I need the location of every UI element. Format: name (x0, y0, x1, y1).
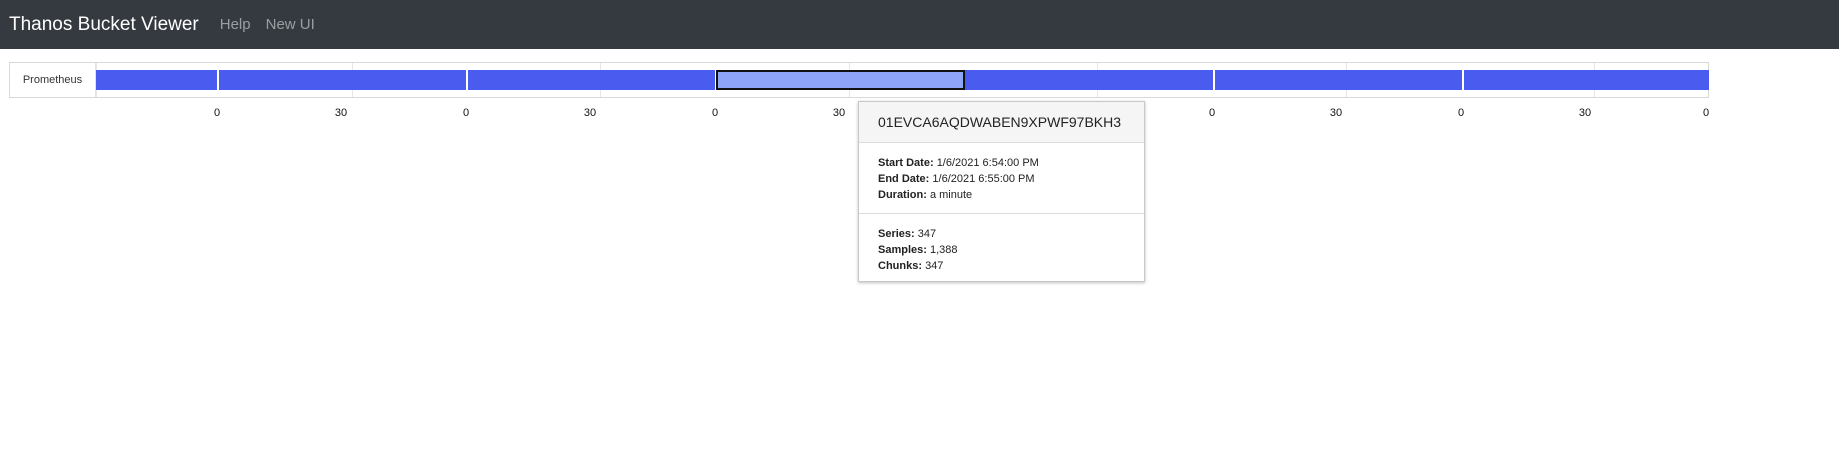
end-date-line: End Date: 1/6/2021 6:55:00 PM (878, 171, 1125, 187)
axis-tick-label: 30 (583, 107, 597, 119)
axis-tick-label: 0 (1457, 107, 1465, 119)
axis-tick-label: 0 (1208, 107, 1216, 119)
start-date-label: Start Date: (878, 157, 934, 169)
timeline-block[interactable] (219, 70, 466, 90)
top-navbar: Thanos Bucket Viewer Help New UI (0, 0, 1839, 49)
row-label-prometheus: Prometheus (10, 63, 96, 97)
block-time-info: Start Date: 1/6/2021 6:54:00 PM End Date… (859, 143, 1144, 213)
end-date-value: 1/6/2021 6:55:00 PM (932, 173, 1035, 185)
axis-tick-label: 0 (711, 107, 719, 119)
axis-tick-label: 0 (1702, 107, 1710, 119)
axis-tick-label: 30 (1578, 107, 1592, 119)
series-line: Series: 347 (878, 226, 1125, 242)
axis-tick-label: 30 (1329, 107, 1343, 119)
block-timeline: Prometheus (9, 62, 1709, 98)
axis-tick-label: 30 (832, 107, 846, 119)
block-id-title: 01EVCA6AQDWABEN9XPWF97BKH3 (859, 102, 1144, 143)
timeline-block[interactable] (965, 70, 1213, 90)
timeline-block[interactable] (1215, 70, 1462, 90)
samples-line: Samples: 1,388 (878, 242, 1125, 258)
nav-link-new-ui[interactable]: New UI (266, 16, 315, 33)
chunks-value: 347 (925, 260, 944, 272)
duration-label: Duration: (878, 189, 927, 201)
timeline-block[interactable] (1464, 70, 1709, 90)
duration-line: Duration: a minute (878, 187, 1125, 203)
timeline-block[interactable] (96, 70, 217, 90)
chunks-line: Chunks: 347 (878, 258, 1125, 274)
axis-tick-label: 0 (213, 107, 221, 119)
timeline-block[interactable] (468, 70, 715, 90)
start-date-value: 1/6/2021 6:54:00 PM (936, 157, 1039, 169)
axis-tick-label: 30 (334, 107, 348, 119)
app-brand[interactable]: Thanos Bucket Viewer (9, 14, 199, 36)
timeline-block-selected[interactable] (716, 70, 965, 90)
block-tooltip: 01EVCA6AQDWABEN9XPWF97BKH3 Start Date: 1… (858, 101, 1145, 282)
start-date-line: Start Date: 1/6/2021 6:54:00 PM (878, 155, 1125, 171)
axis-tick-label: 0 (462, 107, 470, 119)
duration-value: a minute (929, 189, 973, 201)
block-stats-info: Series: 347 Samples: 1,388 Chunks: 347 (859, 213, 1144, 284)
end-date-label: End Date: (878, 173, 930, 185)
nav-link-help[interactable]: Help (220, 16, 251, 33)
series-value: 347 (917, 228, 937, 240)
chunks-label: Chunks: (878, 260, 922, 272)
timeline-track (96, 63, 1709, 97)
series-label: Series: (878, 228, 915, 240)
samples-label: Samples: (878, 244, 927, 256)
samples-value: 1,388 (929, 244, 958, 256)
